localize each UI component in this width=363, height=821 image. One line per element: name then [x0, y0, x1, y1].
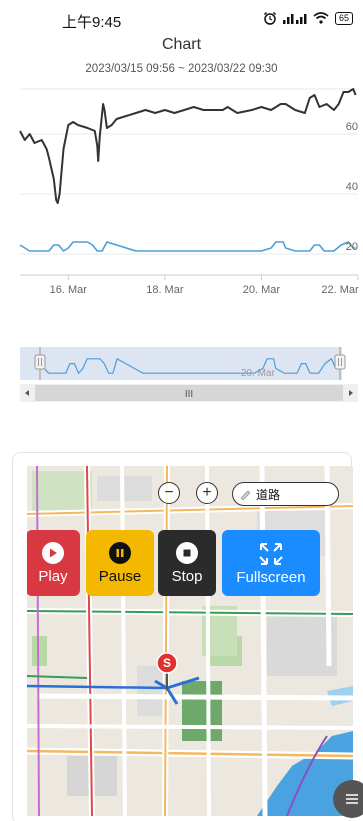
y-tick-label: 60 [346, 121, 358, 133]
wifi-icon [313, 12, 329, 24]
stop-icon [176, 541, 198, 564]
x-tick-label: 18. Mar [146, 284, 184, 296]
pause-label: Pause [98, 567, 142, 585]
y-tick-label: 40 [346, 181, 358, 193]
status-time: 上午9:45 [62, 14, 122, 31]
marker-label: S [163, 656, 171, 670]
layer-icon [240, 490, 251, 500]
menu-icon [346, 794, 358, 804]
navigator-right-handle[interactable] [334, 354, 346, 370]
chart-grid [20, 88, 358, 276]
scrollbar-grip-icon: III [185, 389, 193, 400]
stop-label: Stop [171, 567, 203, 585]
navigator-selection [20, 347, 342, 380]
x-tick-label: 20. Mar [243, 284, 281, 296]
line-chart[interactable]: 20 40 60 16. Mar 18. Mar 20. Mar 22. Mar [0, 85, 363, 320]
range-navigator[interactable]: 20. Mar [0, 340, 363, 380]
signal-icon [282, 14, 307, 24]
status-icons: 65 [263, 11, 353, 25]
play-label: Play [38, 567, 68, 585]
chart-title: Chart [161, 36, 202, 53]
pause-button[interactable]: Pause [86, 530, 154, 596]
navigator-scrollbar[interactable]: III [20, 384, 358, 402]
status-bar: 上午9:45 65 [0, 0, 363, 34]
chart-series [19, 88, 357, 252]
chart-date-range: 2023/03/15 09:56 ~ 2023/03/22 09:30 [85, 63, 278, 75]
x-tick-label: 22. Mar [321, 284, 359, 296]
x-tick-label: 16. Mar [50, 284, 88, 296]
y-axis: 20 40 60 [346, 121, 358, 253]
series-line-1 [19, 88, 357, 204]
x-axis: 16. Mar 18. Mar 20. Mar 22. Mar [50, 275, 359, 296]
alarm-icon [263, 11, 277, 25]
play-icon [42, 541, 64, 564]
map-layer-select[interactable]: 道路 [232, 482, 339, 506]
play-button[interactable]: Play [27, 530, 80, 596]
stop-button[interactable]: Stop [158, 530, 216, 596]
fullscreen-button[interactable]: Fullscreen [222, 530, 320, 596]
zoom-in-button[interactable]: + [196, 482, 218, 504]
map-tiles [27, 466, 353, 816]
map-view[interactable]: − + 道路 Play Pause Stop Fullscreen S [27, 466, 353, 816]
pause-icon [109, 541, 131, 564]
map-layer-label: 道路 [256, 487, 281, 502]
navigator-tick-label: 20. Mar [241, 368, 276, 379]
fullscreen-label: Fullscreen [236, 568, 306, 586]
start-marker-icon[interactable]: S [155, 652, 179, 692]
zoom-out-button[interactable]: − [158, 482, 180, 504]
battery-icon: 65 [334, 11, 353, 25]
series-line-2 [19, 241, 356, 252]
navigator-left-handle[interactable] [34, 354, 46, 370]
y-tick-label: 20 [346, 241, 358, 253]
fullscreen-icon [259, 542, 283, 565]
menu-fab-button[interactable] [333, 780, 363, 818]
